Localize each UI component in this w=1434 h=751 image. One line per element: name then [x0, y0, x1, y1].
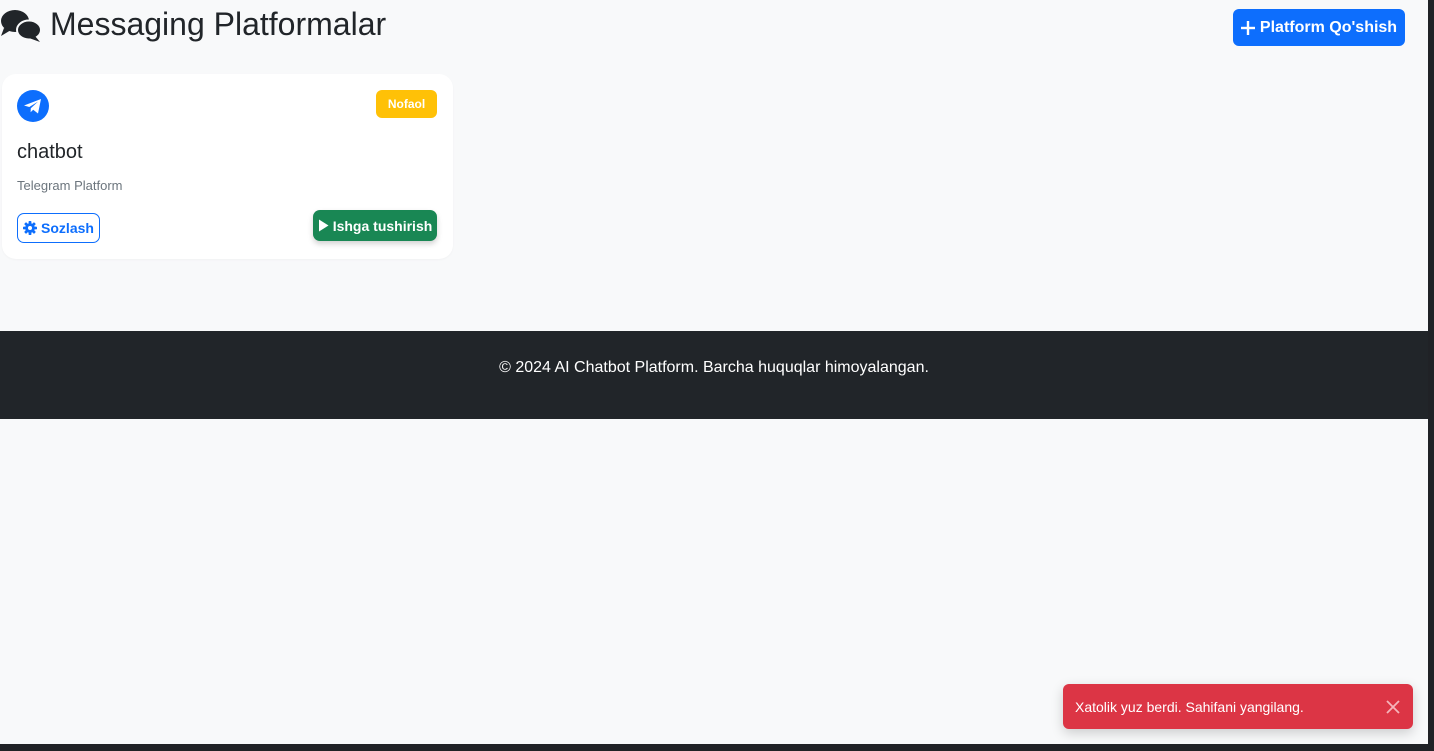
page-viewport: Messaging Platformalar Platform Qo'shish…	[0, 0, 1428, 744]
telegram-icon	[17, 90, 49, 122]
gear-icon	[23, 221, 38, 235]
plus-icon	[1240, 20, 1255, 35]
page-title: Messaging Platformalar	[0, 6, 386, 43]
status-badge: Nofaol	[376, 90, 437, 118]
add-platform-label: Platform Qo'shish	[1259, 18, 1398, 36]
platform-card: Nofaol chatbot Telegram Platform Sozlash…	[2, 74, 453, 259]
page-footer: © 2024 AI Chatbot Platform. Barcha huquq…	[0, 331, 1428, 419]
add-platform-button[interactable]: Platform Qo'shish	[1233, 9, 1405, 46]
footer-copyright: © 2024 AI Chatbot Platform. Barcha huquq…	[499, 359, 929, 376]
close-icon	[1386, 699, 1400, 714]
platform-name: chatbot	[17, 141, 83, 163]
start-button[interactable]: Ishga tushirish	[313, 210, 437, 241]
page-header: Messaging Platformalar Platform Qo'shish	[0, 0, 1428, 60]
toast-close-button[interactable]	[1373, 684, 1413, 729]
toast-message: Xatolik yuz berdi. Sahifani yangilang.	[1075, 698, 1304, 715]
error-toast: Xatolik yuz berdi. Sahifani yangilang.	[1063, 684, 1413, 729]
comments-icon	[1, 9, 42, 42]
settings-button[interactable]: Sozlash	[17, 213, 100, 243]
platform-type: Telegram Platform	[17, 178, 123, 193]
settings-label: Sozlash	[41, 220, 94, 236]
start-label: Ishga tushirish	[332, 217, 433, 234]
page-title-text: Messaging Platformalar	[50, 6, 387, 42]
play-icon	[318, 219, 329, 232]
